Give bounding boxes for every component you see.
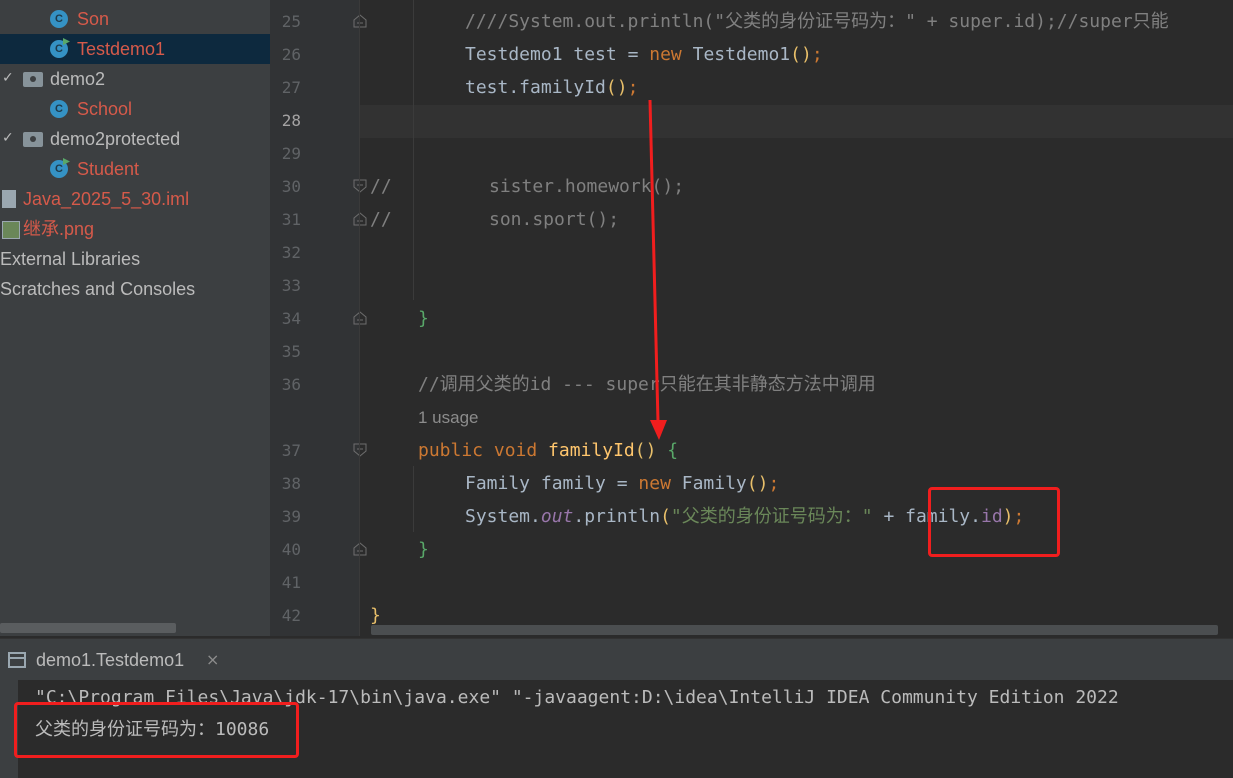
- code-line-30[interactable]: sister.homework();: [489, 170, 684, 203]
- code-token: (): [746, 473, 769, 494]
- line-number: 36: [281, 375, 301, 394]
- usage-hint[interactable]: 1 usage: [418, 404, 479, 432]
- code-token: ;: [627, 77, 639, 98]
- chevron-down-icon[interactable]: ✓: [2, 70, 14, 86]
- tree-item-testdemo1[interactable]: Testdemo1: [77, 34, 165, 64]
- code-token: out: [540, 506, 574, 527]
- code-token: new: [649, 44, 682, 65]
- tree-item-external-libraries[interactable]: External Libraries: [0, 244, 140, 274]
- line-number: 27: [281, 78, 301, 97]
- code-token: test.familyId: [465, 77, 606, 98]
- code-line-38[interactable]: Family family = new Family();: [465, 467, 779, 500]
- code-token: "父类的身份证号码为：": [670, 506, 873, 527]
- fold-marker-icon[interactable]: [353, 311, 367, 325]
- line-number: 33: [281, 276, 301, 295]
- code-line-25[interactable]: ////System.out.println("父类的身份证号码为：" + su…: [465, 5, 1169, 38]
- fold-marker-icon[interactable]: [353, 212, 367, 226]
- line-number: 29: [281, 144, 301, 163]
- line-number: 34: [281, 309, 301, 328]
- code-token: System.: [465, 506, 541, 527]
- line-number: 41: [281, 573, 301, 592]
- console-icon: [8, 652, 26, 668]
- image-file-icon: [2, 221, 20, 239]
- run-tool-window-tabbar: demo1.Testdemo1 ×: [0, 638, 1233, 681]
- iml-file-icon: [2, 190, 16, 208]
- project-tree-panel: C Son C Testdemo1 ✓ demo2 C School ✓ dem…: [0, 0, 270, 636]
- code-token: (): [605, 77, 628, 98]
- code-token: Family family =: [465, 473, 639, 494]
- code-line-37[interactable]: public void familyId() {: [418, 434, 678, 467]
- code-line-30-comment[interactable]: //: [370, 170, 392, 203]
- line-number: 37: [281, 441, 301, 460]
- indent-guide: [359, 0, 360, 636]
- tree-item-student[interactable]: Student: [77, 154, 139, 184]
- fold-marker-icon[interactable]: [353, 14, 367, 28]
- code-token: (: [660, 506, 671, 527]
- line-number: 35: [281, 342, 301, 361]
- line-number-current: 28: [281, 111, 301, 130]
- current-line-highlight: [360, 105, 1233, 138]
- code-line-36[interactable]: //调用父类的id --- super只能在其非静态方法中调用: [418, 368, 876, 401]
- annotation-highlight-box: [14, 702, 299, 758]
- java-class-icon: C: [50, 10, 68, 28]
- tree-item-iml[interactable]: Java_2025_5_30.iml: [23, 184, 189, 214]
- fold-marker-icon[interactable]: [353, 179, 367, 193]
- indent-guide: [413, 0, 414, 300]
- code-token: Testdemo1: [465, 44, 563, 65]
- line-number: 42: [281, 606, 301, 625]
- tree-item-demo2[interactable]: demo2: [50, 64, 105, 94]
- code-line-31-comment[interactable]: //: [370, 203, 392, 236]
- code-token: (): [790, 44, 812, 65]
- code-token: {: [656, 440, 679, 461]
- code-line-27[interactable]: test.familyId();: [465, 71, 638, 104]
- code-line-31[interactable]: son.sport();: [489, 203, 619, 236]
- line-number: 32: [281, 243, 301, 262]
- code-token: ;: [811, 44, 823, 65]
- annotation-highlight-box: [928, 487, 1060, 557]
- package-folder-icon: [23, 132, 43, 147]
- line-number: 26: [281, 45, 301, 64]
- line-number: 31: [281, 210, 301, 229]
- tree-item-png[interactable]: 继承.png: [23, 214, 94, 244]
- tree-item-scratches[interactable]: Scratches and Consoles: [0, 274, 195, 304]
- line-number: 38: [281, 474, 301, 493]
- run-tab-label: demo1.Testdemo1: [36, 650, 185, 670]
- code-token: Testdemo1: [681, 44, 791, 65]
- code-token: .println: [573, 506, 661, 527]
- close-icon[interactable]: ×: [206, 639, 219, 681]
- code-token: test =: [562, 44, 650, 65]
- chevron-down-icon[interactable]: ✓: [2, 130, 14, 146]
- package-folder-icon: [23, 72, 43, 87]
- code-token: new: [638, 473, 671, 494]
- tree-item-son[interactable]: Son: [77, 4, 109, 34]
- java-class-icon: C: [50, 100, 68, 118]
- editor-horizontal-scrollbar[interactable]: [371, 625, 1218, 635]
- line-number: 25: [281, 12, 301, 31]
- line-number: 40: [281, 540, 301, 559]
- code-token: (): [634, 440, 657, 461]
- code-token: familyId: [548, 440, 635, 461]
- code-line-34[interactable]: }: [418, 302, 429, 335]
- code-token: Family: [670, 473, 747, 494]
- tree-horizontal-scrollbar[interactable]: [0, 623, 176, 633]
- code-line-26[interactable]: Testdemo1 test = new Testdemo1();: [465, 38, 823, 71]
- code-line-40[interactable]: }: [418, 533, 429, 566]
- code-token: +: [872, 506, 906, 527]
- fold-marker-icon[interactable]: [353, 542, 367, 556]
- code-token: public void: [418, 440, 549, 461]
- fold-marker-icon[interactable]: [353, 443, 367, 457]
- tree-item-school[interactable]: School: [77, 94, 132, 124]
- run-tab[interactable]: demo1.Testdemo1: [0, 639, 196, 681]
- tree-item-demo2protected[interactable]: demo2protected: [50, 124, 180, 154]
- code-token: ;: [768, 473, 780, 494]
- indent-guide: [413, 466, 414, 532]
- line-number: 39: [281, 507, 301, 526]
- line-number: 30: [281, 177, 301, 196]
